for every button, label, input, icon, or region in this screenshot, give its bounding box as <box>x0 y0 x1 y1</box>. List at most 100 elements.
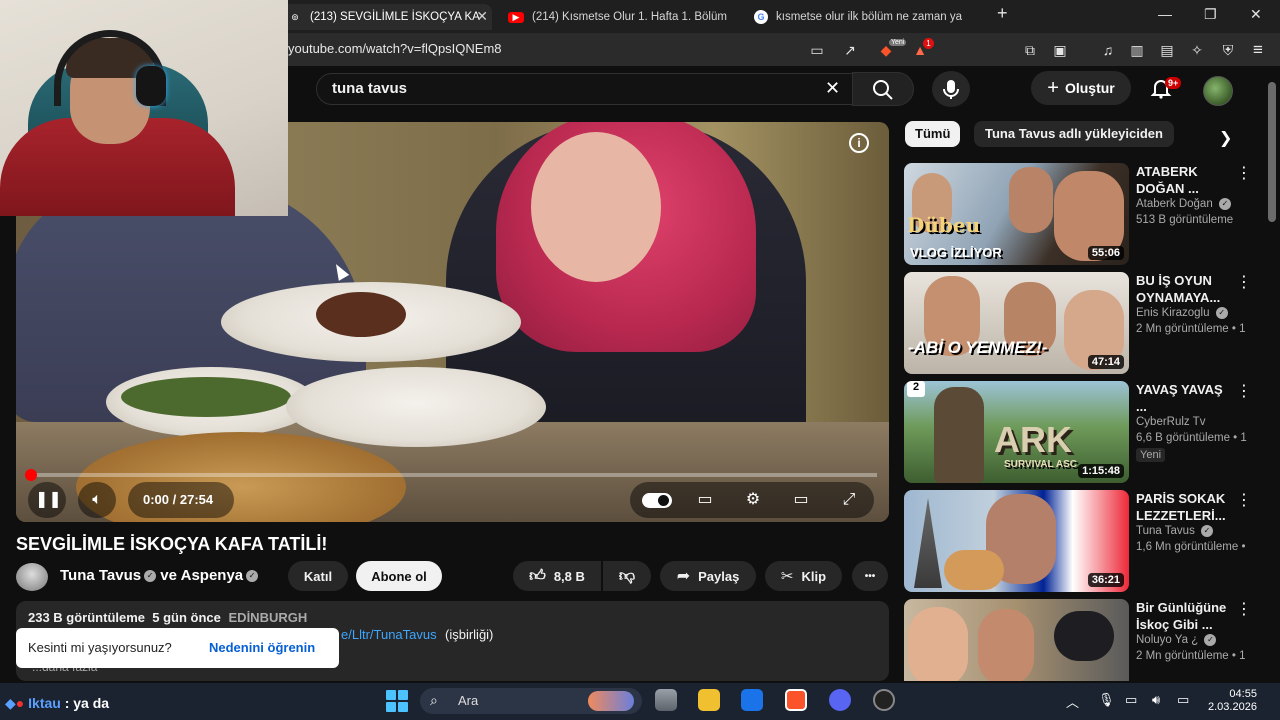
channel-name-2[interactable]: Aspenya <box>181 567 244 584</box>
related-channel[interactable]: CyberRulz Tv <box>1136 416 1205 428</box>
discord-icon[interactable] <box>829 689 851 711</box>
chevron-right-icon[interactable]: ❯ <box>1219 128 1232 148</box>
menu-icon[interactable]: ≡ <box>1249 41 1267 59</box>
tab-google[interactable]: G kısmetse olur ilk bölüm ne zaman ya <box>748 4 988 30</box>
close-window-icon[interactable]: ✕ <box>1250 6 1262 23</box>
system-clock[interactable]: 04:55 2.03.2026 <box>1208 688 1257 714</box>
verified-icon: ✓ <box>246 570 259 583</box>
autoplay-toggle[interactable] <box>642 493 672 508</box>
progress-bar[interactable] <box>28 473 877 477</box>
view-count: 233 B görüntüleme <box>28 610 146 625</box>
kebab-menu-icon[interactable]: ⋮ <box>1236 272 1252 292</box>
close-tab-icon[interactable]: ✕ <box>476 8 488 25</box>
video-thumbnail[interactable] <box>904 599 1129 681</box>
related-channel[interactable]: Noluyo Ya ¿ ✓ <box>1136 634 1217 646</box>
mail-icon[interactable] <box>741 689 763 711</box>
related-video[interactable]: -ABİ O YENMEZ!- 47:14 BU İŞ OYUN OYNAMAY… <box>904 272 1264 376</box>
thumb-overlay-text: VLOG İZLİYOR <box>910 245 1002 260</box>
kebab-menu-icon[interactable]: ⋮ <box>1236 163 1252 183</box>
settings-gear-icon[interactable]: ⚙ <box>741 488 765 512</box>
chip-all[interactable]: Tümü <box>905 121 961 147</box>
toast-action-link[interactable]: Nedenini öğrenin <box>209 640 315 655</box>
theater-mode-icon[interactable]: ▭ <box>789 488 813 512</box>
battery-tray-icon[interactable]: ▭ <box>1177 692 1189 708</box>
video-thumbnail[interactable]: Dübeu VLOG İZLİYOR 55:06 <box>904 163 1129 265</box>
video-thumbnail[interactable]: 36:21 <box>904 490 1129 592</box>
page-scrollbar[interactable] <box>1268 82 1276 222</box>
sidebar-icon[interactable]: ▥ <box>1128 41 1146 59</box>
tab-youtube-active[interactable]: ⊚ (213) SEVGİLİMLE İSKOÇYA KA ✕ <box>280 4 492 30</box>
speaker-tray-icon[interactable]: 🔊︎ <box>1152 692 1160 708</box>
search-query[interactable]: tuna tavus <box>332 80 407 97</box>
channel-avatar[interactable] <box>16 563 48 591</box>
scrubber-handle[interactable] <box>25 469 37 481</box>
like-button[interactable]: 👍︎ 8,8 B <box>513 561 601 591</box>
restore-icon[interactable]: ❐ <box>1204 6 1217 23</box>
reader-mode-icon[interactable]: ▣ <box>1051 41 1069 59</box>
related-channel[interactable]: Tuna Tavus ✓ <box>1136 525 1214 537</box>
account-avatar[interactable] <box>1203 76 1233 106</box>
media-icon[interactable]: ♫ <box>1099 41 1117 59</box>
task-view-icon[interactable] <box>655 689 677 711</box>
search-button[interactable] <box>852 72 914 106</box>
chip-uploader[interactable]: Tuna Tavus adlı yükleyiciden <box>974 121 1174 147</box>
extensions-icon[interactable]: ⧉ <box>1021 41 1039 59</box>
share-icon[interactable]: ↗ <box>841 41 859 59</box>
new-tab-button[interactable]: + <box>997 3 1008 24</box>
display-tray-icon[interactable]: ▭ <box>1125 692 1137 708</box>
fullscreen-icon[interactable]: ⤢ <box>837 488 861 512</box>
scissors-icon: ✂ <box>780 568 794 585</box>
windows-start-icon[interactable] <box>386 690 408 712</box>
url-field[interactable]: youtube.com/watch?v=flQpsIQNEm8 <box>288 41 502 56</box>
volume-icon[interactable]: 🔈︎ <box>85 488 109 512</box>
share-button[interactable]: ➦ Paylaş <box>660 561 756 591</box>
subscribe-button[interactable]: Abone ol <box>356 561 442 591</box>
video-thumbnail[interactable]: ARK SURVIVAL ASC 2 1:15:48 <box>904 381 1129 483</box>
related-title[interactable]: Bir Günlüğüne İskoç Gibi ... <box>1136 599 1232 633</box>
taskbar-search[interactable]: ⌕ <box>420 688 642 714</box>
location-tag[interactable]: EDİNBURGH <box>229 610 308 625</box>
dislike-button[interactable]: 👎︎ <box>603 561 651 591</box>
related-title[interactable]: YAVAŞ YAVAŞ ... <box>1136 381 1232 415</box>
brave-browser-icon[interactable] <box>785 689 807 711</box>
related-video[interactable]: ARK SURVIVAL ASC 2 1:15:48 YAVAŞ YAVAŞ .… <box>904 381 1264 485</box>
tab-kismetse[interactable]: ▶ (214) Kısmetse Olur 1. Hafta 1. Bölüm <box>500 4 738 30</box>
clear-search-icon[interactable]: ✕ <box>825 78 840 99</box>
channel-name[interactable]: Tuna Tavus <box>60 567 141 584</box>
channel-names[interactable]: Tuna Tavus ✓ ve Aspenya ✓ <box>60 567 259 584</box>
related-channel[interactable]: Ataberk Doğan ✓ <box>1136 198 1231 210</box>
kebab-menu-icon[interactable]: ⋮ <box>1236 599 1252 619</box>
google-icon: G <box>754 10 768 24</box>
join-button[interactable]: Katıl <box>288 561 348 591</box>
related-views: 2 Mn görüntüleme • 1 <box>1136 323 1246 335</box>
create-button[interactable]: + Oluştur <box>1031 71 1131 105</box>
pause-icon[interactable]: ❚❚ <box>35 488 62 512</box>
microphone-tray-icon[interactable]: 🎙︎ <box>1098 692 1115 708</box>
chevron-up-icon[interactable]: ︿ <box>1066 692 1079 711</box>
related-title[interactable]: PARİS SOKAK LEZZETLERİ... <box>1136 490 1232 524</box>
related-channel[interactable]: Enis Kirazoglu ✓ <box>1136 307 1228 319</box>
leo-ai-icon[interactable]: ✧ <box>1188 41 1206 59</box>
minimize-icon[interactable]: — <box>1158 6 1172 22</box>
description-link[interactable]: e/Lltr/TunaTavus <box>341 627 437 642</box>
file-explorer-icon[interactable] <box>698 689 720 711</box>
related-title[interactable]: ATABERK DOĞAN ... <box>1136 163 1232 197</box>
info-icon[interactable]: i <box>849 133 869 153</box>
video-thumbnail[interactable]: -ABİ O YENMEZ!- 47:14 <box>904 272 1129 374</box>
kebab-menu-icon[interactable]: ⋮ <box>1236 490 1252 510</box>
more-actions-button[interactable]: ••• <box>852 561 888 591</box>
video-dessert <box>316 292 406 337</box>
voice-search-button[interactable] <box>932 71 970 107</box>
related-video[interactable]: Bir Günlüğüne İskoç Gibi ... Noluyo Ya ¿… <box>904 599 1264 681</box>
vpn-icon[interactable]: ⛨ <box>1219 41 1237 59</box>
streamer-webcam <box>0 0 288 216</box>
clip-button[interactable]: ✂ Klip <box>765 561 842 591</box>
related-title[interactable]: BU İŞ OYUN OYNAMAYA... <box>1136 272 1232 306</box>
obs-icon[interactable] <box>873 689 895 711</box>
related-video[interactable]: 36:21 PARİS SOKAK LEZZETLERİ... Tuna Tav… <box>904 490 1264 594</box>
subtitles-icon[interactable]: ▭ <box>693 488 717 512</box>
related-video[interactable]: Dübeu VLOG İZLİYOR 55:06 ATABERK DOĞAN .… <box>904 163 1264 267</box>
kebab-menu-icon[interactable]: ⋮ <box>1236 381 1252 401</box>
cast-icon[interactable]: ▭ <box>808 41 826 59</box>
wallet-icon[interactable]: ▤ <box>1158 41 1176 59</box>
